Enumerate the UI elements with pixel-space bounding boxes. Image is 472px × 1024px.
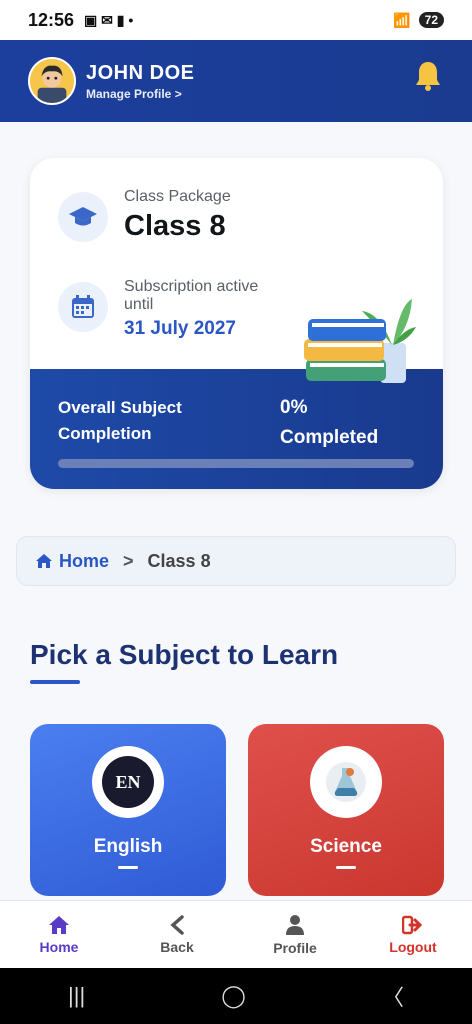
subject-card-science[interactable]: Science <box>248 724 444 896</box>
progress-label: Overall Subject Completion <box>58 398 182 443</box>
package-value: Class 8 <box>124 210 226 242</box>
subject-name: Science <box>310 836 382 857</box>
progress-word: Completed <box>280 427 379 448</box>
nav-profile-label: Profile <box>273 939 317 956</box>
progress-percent: 0% <box>280 397 308 418</box>
home-icon <box>49 915 69 934</box>
battery-indicator: 72 <box>418 12 444 28</box>
progress-bar <box>58 459 414 468</box>
notification-icons: ▣ ✉ ▮ • <box>84 11 134 28</box>
calendar-icon <box>58 282 108 332</box>
avatar-icon <box>30 59 74 103</box>
app-header: JOHN DOE Manage Profile > <box>0 40 472 122</box>
breadcrumb: Home > Class 8 <box>16 536 456 586</box>
subject-dash <box>336 866 356 869</box>
class-package-card: Class Package Class 8 Subscription activ… <box>30 158 443 489</box>
package-label: Class Package <box>124 188 231 205</box>
back-button-icon[interactable]: 〈 <box>382 980 404 1012</box>
subject-card-english[interactable]: EN English <box>30 724 226 896</box>
english-icon: EN <box>102 756 154 808</box>
title-underline <box>30 680 80 684</box>
nav-logout[interactable]: Logout <box>354 901 472 968</box>
main-content: Class Package Class 8 Subscription activ… <box>0 122 472 900</box>
nav-home-label: Home <box>39 938 79 955</box>
status-bar: 12:56 ▣ ✉ ▮ • 📶 72 <box>0 0 472 40</box>
subject-dash <box>118 866 138 869</box>
nav-back-label: Back <box>160 938 194 955</box>
home-button-icon[interactable]: ◯ <box>221 983 246 1009</box>
wifi-icon: 📶 <box>393 11 411 28</box>
breadcrumb-separator: > <box>123 550 134 571</box>
subscription-date: 31 July 2027 <box>124 318 236 339</box>
manage-profile-link[interactable]: Manage Profile > <box>86 87 194 101</box>
section-title: Pick a Subject to Learn <box>30 639 339 670</box>
subscription-label: Subscription active until <box>124 278 259 313</box>
chevron-left-icon <box>170 914 184 935</box>
notification-bell[interactable] <box>414 60 442 97</box>
bottom-nav: Home Back Profile Logout <box>0 900 472 968</box>
breadcrumb-home[interactable]: Home <box>35 551 109 572</box>
subject-name: English <box>93 836 163 857</box>
nav-logout-label: Logout <box>389 938 437 955</box>
breadcrumb-home-label: Home <box>59 550 110 571</box>
user-name: JOHN DOE <box>86 61 195 84</box>
flask-icon <box>326 762 366 802</box>
graduation-cap-icon <box>58 192 108 242</box>
logout-icon <box>402 915 423 934</box>
breadcrumb-current: Class 8 <box>147 550 211 571</box>
nav-profile[interactable]: Profile <box>236 901 354 968</box>
nav-home[interactable]: Home <box>0 901 118 968</box>
user-icon <box>286 914 304 935</box>
books-plant-illustration <box>304 299 416 383</box>
nav-back[interactable]: Back <box>118 901 236 968</box>
status-time: 12:56 <box>28 9 75 30</box>
recent-apps-icon[interactable]: ||| <box>68 983 85 1009</box>
avatar[interactable] <box>28 57 76 105</box>
bell-icon <box>416 62 440 91</box>
system-nav-bar: ||| ◯ 〈 <box>0 968 472 1024</box>
home-icon <box>36 554 52 568</box>
